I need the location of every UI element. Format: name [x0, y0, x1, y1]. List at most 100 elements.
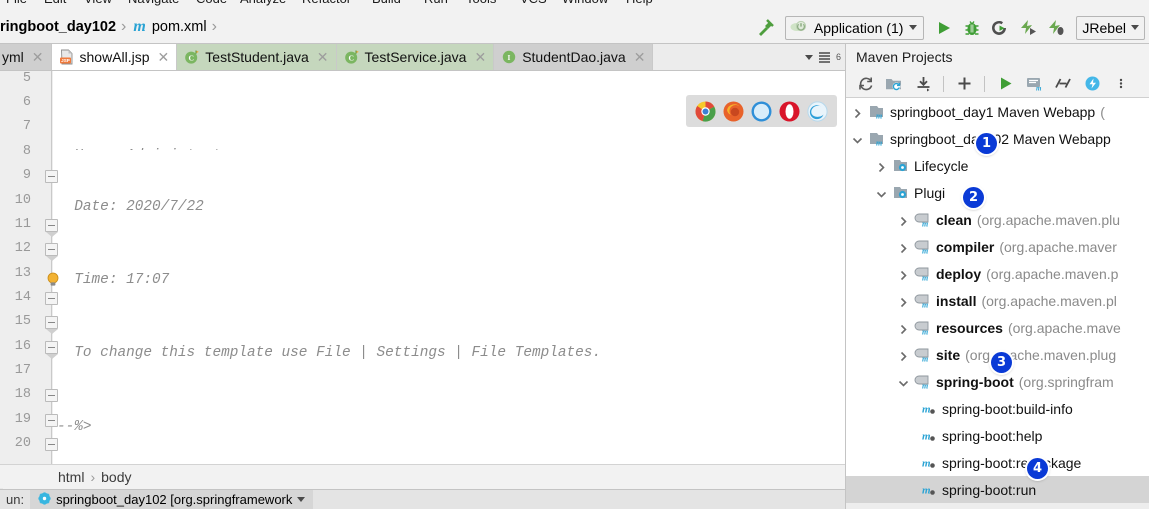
- menu-item-run[interactable]: Run: [424, 0, 448, 6]
- close-icon[interactable]: ✕: [158, 49, 170, 66]
- tree-row-lifecycle[interactable]: Lifecycle: [846, 152, 1149, 179]
- debug-icon[interactable]: [958, 14, 986, 42]
- editor-tab-label-yml: yml: [2, 49, 24, 65]
- tree-dim: (org.apache.maven.plug: [965, 346, 1117, 363]
- chevron-right-icon[interactable]: [898, 214, 909, 227]
- breadcrumb-file-label: pom.xml: [151, 19, 207, 35]
- menu-item-view[interactable]: View: [84, 0, 112, 6]
- tree-row-resources[interactable]: m resources (org.apache.mave: [846, 314, 1149, 341]
- jrebel-run-icon[interactable]: [1014, 14, 1042, 42]
- run-configuration-selector[interactable]: Application (1): [784, 15, 925, 40]
- editor-gutter[interactable]: 5 6 7 8 9 10 11 12 13 14 15 16 17 18 19 …: [0, 71, 58, 464]
- close-icon[interactable]: ✕: [634, 49, 646, 66]
- menu-item-refactor[interactable]: Refactor: [302, 0, 351, 6]
- editor-tab-studentdao-java[interactable]: I StudentDao.java ✕: [494, 44, 654, 70]
- run-icon[interactable]: [930, 14, 958, 42]
- tree-row-plugins[interactable]: Plugi: [846, 179, 1149, 206]
- close-icon[interactable]: ✕: [317, 49, 329, 66]
- chevron-down-icon-jrebel[interactable]: [1131, 25, 1139, 30]
- maven-project-tree[interactable]: m springboot_day1 Maven Webapp ( m sprin…: [846, 98, 1149, 509]
- tree-row-springboot-day102[interactable]: m springboot_day102 Maven Webapp: [846, 125, 1149, 152]
- chevron-down-icon[interactable]: [898, 376, 909, 387]
- breadcrumb-html[interactable]: html: [58, 469, 84, 485]
- line-number: 10: [14, 193, 31, 208]
- tab-list-icon[interactable]: [818, 51, 833, 64]
- toggle-offline-icon[interactable]: m: [1024, 74, 1044, 94]
- menu-bar[interactable]: File Edit View Navigate Code Analyze Ref…: [0, 0, 1149, 11]
- chrome-icon[interactable]: [695, 101, 716, 122]
- tree-row-deploy[interactable]: m deploy (org.apache.maven.p: [846, 260, 1149, 287]
- browser-preview-bar[interactable]: [686, 95, 837, 127]
- menu-item-navigate[interactable]: Navigate: [128, 0, 179, 6]
- breadcrumb-body[interactable]: body: [101, 469, 131, 485]
- tree-row-spring-boot-build-info[interactable]: m spring-boot:build-info: [846, 395, 1149, 422]
- download-sources-icon[interactable]: [913, 74, 933, 94]
- menu-item-help[interactable]: Help: [626, 0, 653, 6]
- editor-tab-showall-jsp[interactable]: JSP showAll.jsp ✕: [51, 44, 178, 70]
- main-toolbar: Application (1) JRebel: [751, 11, 1149, 44]
- editor-tab-overflow[interactable]: 6: [653, 44, 845, 70]
- editor-tab-teststudent-java[interactable]: C TestStudent.java ✕: [177, 44, 337, 70]
- execute-goal-icon[interactable]: [1082, 74, 1102, 94]
- skip-tests-icon[interactable]: [1053, 74, 1073, 94]
- menu-item-code[interactable]: Code: [196, 0, 227, 6]
- chevron-right-icon[interactable]: [898, 349, 909, 362]
- breadcrumb-project[interactable]: ringboot_day102 ›: [0, 11, 133, 43]
- opera-icon[interactable]: [779, 101, 800, 122]
- chevron-right-icon[interactable]: [898, 295, 909, 308]
- menu-item-file[interactable]: File: [6, 0, 27, 6]
- tree-row-spring-boot-start[interactable]: m spring-boot:start: [846, 503, 1149, 509]
- run-maven-build-icon[interactable]: [995, 74, 1015, 94]
- editor-tab-testservice-java[interactable]: C TestService.java ✕: [336, 44, 495, 70]
- maven-settings-icon[interactable]: [1111, 74, 1131, 94]
- chevron-down-icon-runtab[interactable]: [297, 497, 306, 502]
- run-tool-window-label[interactable]: un:: [0, 492, 30, 507]
- reimport-icon[interactable]: [855, 74, 875, 94]
- menu-item-edit[interactable]: Edit: [44, 0, 66, 6]
- breadcrumb-file[interactable]: m pom.xml ›: [133, 11, 224, 43]
- code-editor[interactable]: 5 6 7 8 9 10 11 12 13 14 15 16 17 18 19 …: [0, 71, 845, 464]
- chevron-right-icon[interactable]: [852, 106, 863, 119]
- line-number: 7: [22, 119, 31, 134]
- run-tab[interactable]: springboot_day102 [org.springframework: [30, 490, 314, 509]
- chevron-right-icon[interactable]: [898, 241, 909, 254]
- tree-row-spring-boot-help[interactable]: m spring-boot:help: [846, 422, 1149, 449]
- chevron-down-icon-tabs[interactable]: [804, 54, 813, 60]
- editor-text-area[interactable]: User: Administrator Date: 2020/7/22 Time…: [55, 71, 845, 464]
- plugin-icon: m: [914, 373, 931, 391]
- tree-row-spring-boot-repackage[interactable]: m spring-boot:repackage: [846, 449, 1149, 476]
- chevron-right-icon[interactable]: [876, 160, 887, 173]
- run-configuration-label: Application (1): [813, 19, 904, 36]
- application-config-icon: [790, 17, 808, 38]
- menu-item-vcs[interactable]: VCS: [520, 0, 547, 6]
- generate-sources-icon[interactable]: [884, 74, 904, 94]
- close-icon[interactable]: ✕: [32, 49, 44, 66]
- firefox-icon[interactable]: [723, 101, 744, 122]
- menu-item-window[interactable]: Window: [562, 0, 608, 6]
- chevron-down-icon[interactable]: [909, 25, 918, 30]
- add-maven-project-icon[interactable]: [954, 74, 974, 94]
- editor-breadcrumb[interactable]: html › body: [0, 464, 845, 488]
- code-line-6: Date: 2020/7/22: [57, 199, 204, 216]
- chevron-down-icon[interactable]: [852, 133, 863, 144]
- jrebel-selector[interactable]: JRebel: [1076, 15, 1145, 40]
- jrebel-debug-icon[interactable]: [1042, 14, 1070, 42]
- tree-row-clean[interactable]: m clean (org.apache.maven.plu: [846, 206, 1149, 233]
- tree-row-compiler[interactable]: m compiler (org.apache.maver: [846, 233, 1149, 260]
- lightbulb-icon[interactable]: [46, 272, 59, 286]
- run-with-coverage-icon[interactable]: [986, 14, 1014, 42]
- tree-row-spring-boot-run[interactable]: m spring-boot:run: [846, 476, 1149, 503]
- chevron-down-icon[interactable]: [876, 187, 887, 198]
- internet-explorer-icon[interactable]: [807, 100, 828, 122]
- close-icon[interactable]: ✕: [474, 49, 486, 66]
- tree-row-springboot-day1[interactable]: m springboot_day1 Maven Webapp (: [846, 98, 1149, 125]
- menu-item-analyze[interactable]: Analyze: [240, 0, 286, 6]
- chevron-right-icon[interactable]: [898, 322, 909, 335]
- tree-row-install[interactable]: m install (org.apache.maven.pl: [846, 287, 1149, 314]
- hammer-icon[interactable]: [751, 14, 779, 42]
- safari-icon[interactable]: [751, 101, 772, 122]
- editor-tab-yml[interactable]: yml ✕: [0, 44, 52, 70]
- chevron-right-icon[interactable]: [898, 268, 909, 281]
- menu-item-tools[interactable]: Tools: [466, 0, 496, 6]
- menu-item-build[interactable]: Build: [372, 0, 401, 6]
